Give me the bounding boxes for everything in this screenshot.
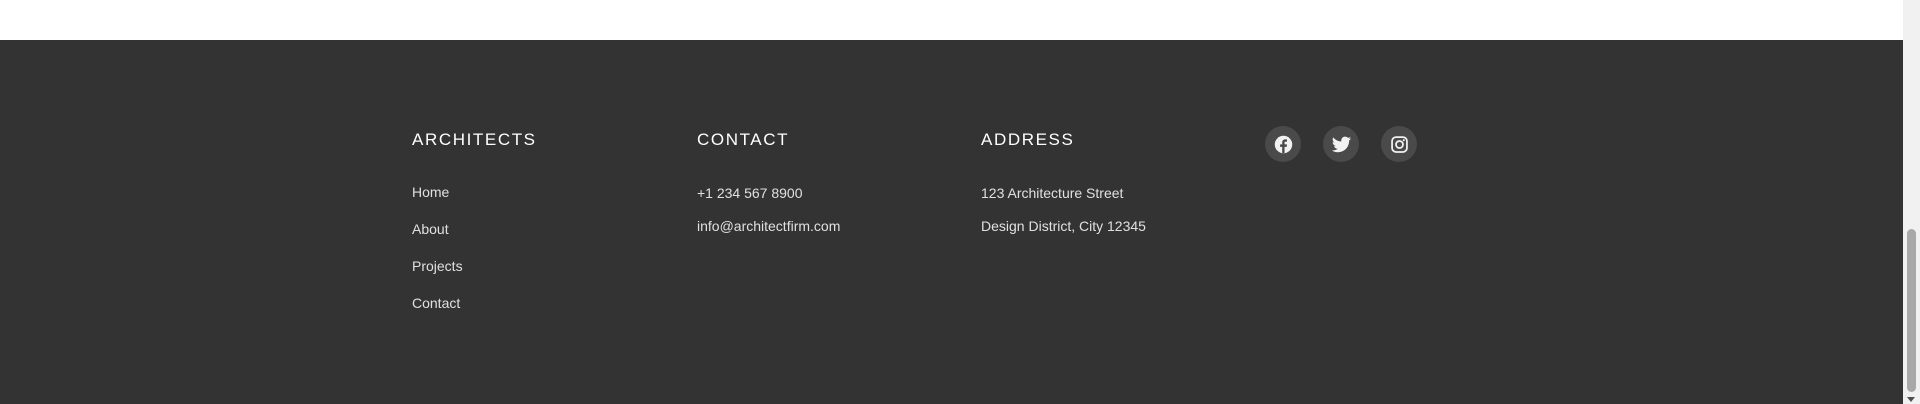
vertical-scrollbar[interactable] [1903, 0, 1920, 404]
footer-column-address: ADDRESS 123 Architecture Street Design D… [981, 130, 1146, 250]
page: ARCHITECTS Home About Projects Contact C… [0, 0, 1920, 404]
address-heading: ADDRESS [981, 130, 1075, 149]
contact-phone: +1 234 567 8900 [697, 185, 803, 201]
footer-nav-item: About [412, 220, 537, 257]
footer-column-architects: ARCHITECTS Home About Projects Contact [412, 130, 537, 331]
facebook-button[interactable] [1265, 126, 1301, 162]
address-line-2: Design District, City 12345 [981, 218, 1146, 234]
twitter-button[interactable] [1323, 126, 1359, 162]
brand-heading: ARCHITECTS [412, 130, 537, 149]
footer-nav-item: Contact [412, 294, 537, 331]
footer-nav-item: Projects [412, 257, 537, 294]
address-info: 123 Architecture Street Design District,… [981, 184, 1146, 250]
contact-heading: CONTACT [697, 130, 790, 149]
footer-column-contact: CONTACT +1 234 567 8900 info@architectfi… [697, 130, 840, 250]
page-content-bottom [0, 0, 1903, 40]
scrollbar-thumb[interactable] [1907, 229, 1916, 392]
footer-link-about[interactable]: About [412, 221, 449, 237]
facebook-icon [1274, 135, 1292, 153]
contact-info: +1 234 567 8900 info@architectfirm.com [697, 184, 840, 250]
site-footer: ARCHITECTS Home About Projects Contact C… [0, 40, 1903, 404]
twitter-icon [1331, 136, 1351, 152]
contact-email: info@architectfirm.com [697, 218, 841, 234]
address-line-1: 123 Architecture Street [981, 185, 1124, 201]
scroll-down-arrow-icon[interactable] [1907, 397, 1915, 402]
instagram-icon [1390, 135, 1408, 153]
footer-link-projects[interactable]: Projects [412, 258, 463, 274]
footer-link-contact[interactable]: Contact [412, 295, 460, 311]
footer-nav: Home About Projects Contact [412, 183, 537, 331]
footer-nav-item: Home [412, 183, 537, 220]
social-links [1265, 126, 1417, 162]
instagram-button[interactable] [1381, 126, 1417, 162]
footer-link-home[interactable]: Home [412, 184, 449, 200]
